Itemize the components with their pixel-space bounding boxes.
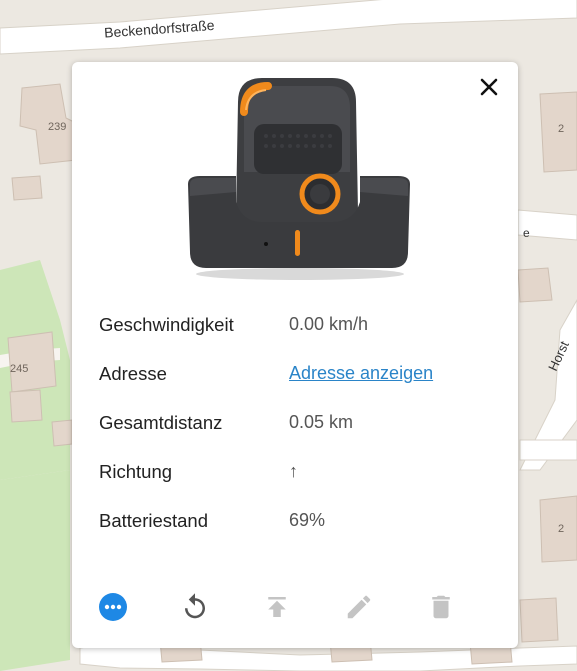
info-row-distance: Gesamtdistanz 0.05 km [99,398,499,447]
delete-icon [432,595,450,619]
info-value: 69% [289,510,326,530]
device-popup: Geschwindigkeit 0.00 km/h Adresse Adress… [72,62,518,648]
park-area [0,470,70,671]
info-value: 0.05 km [289,412,354,432]
building [519,597,559,643]
upload-command-icon [268,597,286,617]
more-button[interactable] [92,585,174,629]
house-number: 2 [558,523,564,535]
building [51,419,73,447]
edit-button[interactable] [338,585,420,629]
house-number: 2 [558,123,564,135]
info-row-speed: Geschwindigkeit 0.00 km/h [99,300,499,349]
device-info-table: Geschwindigkeit 0.00 km/h Adresse Adress… [99,300,499,545]
road-side-2 [519,439,577,461]
street-label-suffix: e [523,226,530,240]
more-icon [99,593,127,621]
info-row-address: Adresse Adresse anzeigen [99,349,499,398]
building [517,267,553,303]
replay-button[interactable] [174,585,256,629]
delete-button[interactable] [420,585,502,629]
popup-toolbar [92,582,502,632]
info-row-direction: Richtung ↑ [99,447,499,496]
info-row-battery: Batteriestand 69% [99,496,499,545]
info-label: Batteriestand [99,509,209,531]
close-button[interactable] [474,72,504,102]
info-value: 0.00 km/h [289,314,369,334]
info-label: Geschwindigkeit [99,313,234,335]
send-command-button[interactable] [256,585,338,629]
info-label: Gesamtdistanz [99,411,223,433]
show-address-link[interactable]: Adresse anzeigen [289,363,433,384]
info-label: Adresse [99,362,167,384]
direction-arrow: ↑ [289,461,298,481]
replay-icon [185,593,205,619]
close-icon [480,78,498,96]
building [11,175,43,201]
building [9,389,43,423]
info-label: Richtung [99,460,173,482]
building [7,331,57,393]
edit-icon [347,595,371,619]
house-number: 239 [48,121,66,133]
house-number: 245 [10,363,28,375]
device-image [188,78,410,280]
